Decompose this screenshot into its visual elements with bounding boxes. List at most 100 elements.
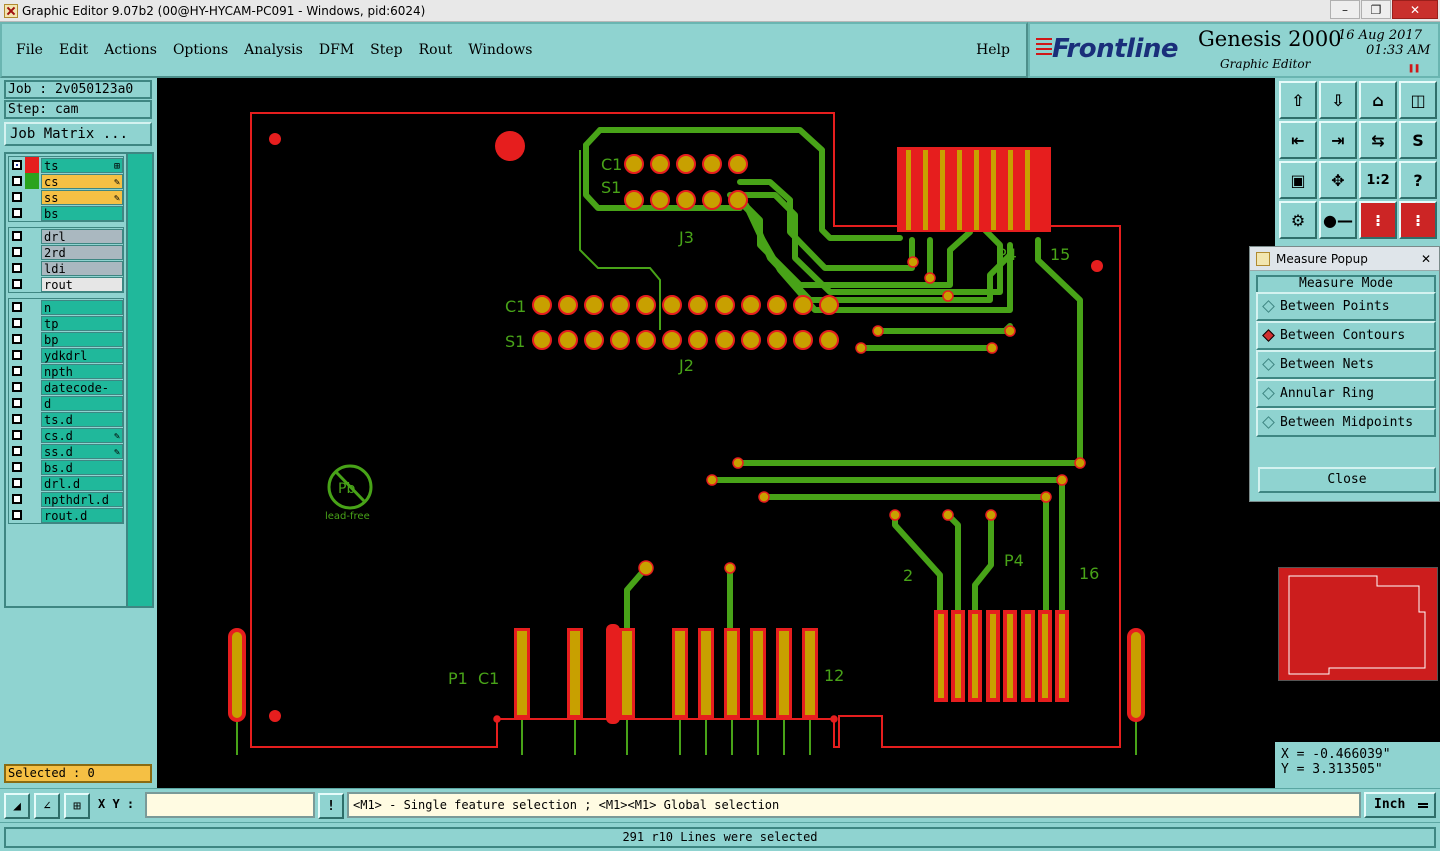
layer-checkbox[interactable] — [12, 334, 22, 344]
layer-color-swatch[interactable] — [25, 331, 39, 347]
graphic-canvas[interactable]: C1 S1 J3 C1 S1 J2 P4 15 P4 2 16 P1 C1 12… — [157, 78, 1275, 788]
layer-name[interactable]: ts ⊞ — [41, 157, 123, 173]
split-view-icon[interactable]: ◫ — [1399, 81, 1437, 119]
layer-name[interactable]: npthdrl.d — [41, 491, 123, 507]
mode-between-nets[interactable]: Between Nets — [1256, 350, 1436, 379]
layer-color-swatch[interactable] — [25, 276, 39, 292]
measure-popup-titlebar[interactable]: Measure Popup ✕ — [1250, 247, 1439, 271]
layer-checkbox[interactable] — [12, 430, 22, 440]
layer-color-swatch[interactable] — [25, 459, 39, 475]
layer-color-swatch[interactable] — [25, 244, 39, 260]
layer-checkbox[interactable] — [12, 160, 22, 170]
layer-checkbox[interactable] — [12, 350, 22, 360]
layer-row[interactable]: datecode-ss — [9, 379, 123, 409]
layer-row[interactable]: npth — [9, 363, 123, 379]
snap-mode-icon[interactable]: ∠ — [34, 793, 60, 819]
layer-color-swatch[interactable] — [25, 173, 39, 189]
warning-icon[interactable]: ! — [318, 793, 344, 819]
grid-icon[interactable]: ⊞ — [64, 793, 90, 819]
layer-list-scrollbar[interactable] — [128, 152, 154, 608]
measure-close-button[interactable]: Close — [1258, 467, 1436, 493]
close-icon[interactable]: ✕ — [1392, 0, 1438, 19]
step-icon[interactable]: S — [1399, 121, 1437, 159]
board-overview-map[interactable] — [1278, 567, 1438, 681]
layer-color-swatch[interactable] — [25, 347, 39, 363]
mode-between-contours[interactable]: Between Contours — [1256, 321, 1436, 350]
layer-row[interactable]: drl.d — [9, 475, 123, 491]
layer-row[interactable]: cs ✎ — [9, 173, 123, 189]
layer-name[interactable]: n — [41, 299, 123, 315]
key-icon[interactable]: ●— — [1319, 201, 1357, 239]
layer-name[interactable]: ts.d — [41, 411, 123, 427]
layer-row[interactable]: n — [9, 299, 123, 315]
layer-row[interactable]: d — [9, 395, 123, 411]
layer-name[interactable]: rout.d — [41, 507, 123, 523]
close-icon[interactable]: ✕ — [1421, 247, 1431, 271]
xy-input[interactable] — [145, 792, 315, 818]
menu-actions[interactable]: Actions — [104, 42, 157, 58]
layer-checkbox[interactable] — [12, 510, 22, 520]
layer-name[interactable]: cs ✎ — [41, 173, 123, 189]
layer-name[interactable]: ydkdrl — [41, 347, 123, 363]
layer-row[interactable]: tp — [9, 315, 123, 331]
layer-name[interactable]: ss ✎ — [41, 189, 123, 205]
layer-row[interactable]: ts.d — [9, 411, 123, 427]
layer-row[interactable]: ldi — [9, 260, 123, 276]
layer-color-swatch[interactable] — [25, 411, 39, 427]
layer-color-swatch[interactable] — [25, 157, 39, 173]
layer-color-swatch[interactable] — [25, 427, 39, 443]
select-mode-icon[interactable]: ◢ — [4, 793, 30, 819]
layer-color-swatch[interactable] — [25, 395, 39, 411]
units-selector[interactable]: Inch — [1364, 792, 1436, 818]
layer-name[interactable]: rout — [41, 276, 123, 292]
swap-icon[interactable]: ⇆ — [1359, 121, 1397, 159]
menu-options[interactable]: Options — [173, 42, 228, 58]
layer-name[interactable]: drl — [41, 228, 123, 244]
layer-color-swatch[interactable] — [25, 379, 39, 395]
layer-checkbox[interactable] — [12, 208, 22, 218]
help-icon[interactable]: ? — [1399, 161, 1437, 199]
menu-help[interactable]: Help — [976, 42, 1010, 58]
layer-checkbox[interactable] — [12, 462, 22, 472]
layer-checkbox[interactable] — [12, 263, 22, 273]
layer-checkbox[interactable] — [12, 247, 22, 257]
layer-checkbox[interactable] — [12, 446, 22, 456]
menu-edit[interactable]: Edit — [59, 42, 88, 58]
layer-name[interactable]: 2rd — [41, 244, 123, 260]
layer-row[interactable]: bs.d — [9, 459, 123, 475]
layer-name[interactable]: bs.d — [41, 459, 123, 475]
layer-color-icon[interactable]: ⁝ — [1359, 201, 1397, 239]
zoom-home-icon[interactable]: ⇧ — [1279, 81, 1317, 119]
layer-checkbox[interactable] — [12, 366, 22, 376]
fit-icon[interactable]: ▣ — [1279, 161, 1317, 199]
menu-windows[interactable]: Windows — [468, 42, 532, 58]
layer-row[interactable]: bs — [9, 205, 123, 221]
layer-row[interactable]: bp — [9, 331, 123, 347]
layer-row[interactable]: ydkdrl — [9, 347, 123, 363]
layer-row[interactable]: 2rd — [9, 244, 123, 260]
zoom-home-grid-icon[interactable]: ⌂ — [1359, 81, 1397, 119]
layer-row[interactable]: rout.d — [9, 507, 123, 523]
mode-between-midpoints[interactable]: Between Midpoints — [1256, 408, 1436, 437]
tools-icon[interactable]: ⚙ — [1279, 201, 1317, 239]
layer-checkbox[interactable] — [12, 414, 22, 424]
layer-checkbox[interactable] — [12, 302, 22, 312]
layer-checkbox[interactable] — [12, 478, 22, 488]
layer-name[interactable]: ldi — [41, 260, 123, 276]
layer-checkbox[interactable] — [12, 231, 22, 241]
layer-name[interactable]: d — [41, 395, 123, 411]
mode-between-points[interactable]: Between Points — [1256, 292, 1436, 321]
layer-checkbox[interactable] — [12, 494, 22, 504]
layer-color-alt-icon[interactable]: ⁝ — [1399, 201, 1437, 239]
job-matrix-button[interactable]: Job Matrix ... — [4, 122, 152, 146]
layer-color-swatch[interactable] — [25, 491, 39, 507]
layer-row[interactable]: cs.d ✎ — [9, 427, 123, 443]
layer-name[interactable]: tp — [41, 315, 123, 331]
layer-row[interactable]: ss.d ✎ — [9, 443, 123, 459]
layer-checkbox[interactable] — [12, 279, 22, 289]
mode-annular-ring[interactable]: Annular Ring — [1256, 379, 1436, 408]
pan-left-icon[interactable]: ⇤ — [1279, 121, 1317, 159]
layer-name[interactable]: datecode-ss — [41, 379, 123, 409]
layer-name[interactable]: drl.d — [41, 475, 123, 491]
layer-row[interactable]: rout — [9, 276, 123, 292]
